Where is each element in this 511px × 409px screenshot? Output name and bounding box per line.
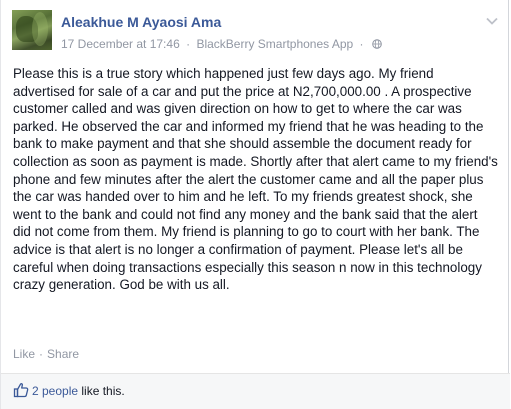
post-timestamp[interactable]: 17 December at 17:46 [61, 37, 180, 51]
post-text: Please this is a true story which happen… [13, 66, 498, 293]
globe-icon[interactable] [372, 39, 382, 49]
post-actions: Like · Share [13, 347, 79, 361]
avatar[interactable] [12, 10, 52, 50]
share-link[interactable]: Share [47, 347, 79, 361]
like-link[interactable]: Like [13, 347, 35, 361]
likes-suffix: like this. [78, 384, 125, 398]
post-meta: 17 December at 17:46 · BlackBerry Smartp… [61, 37, 382, 51]
likes-bar: 2 people like this. [1, 373, 510, 409]
author-name[interactable]: Aleakhue M Ayaosi Ama [61, 14, 221, 30]
meta-separator: · [186, 37, 191, 51]
likers-link[interactable]: 2 people [32, 384, 78, 398]
post-card: Aleakhue M Ayaosi Ama 17 December at 17:… [0, 0, 510, 409]
likes-summary: 2 people like this. [32, 384, 125, 398]
actions-separator: · [39, 347, 44, 361]
post-source[interactable]: BlackBerry Smartphones App [196, 37, 353, 51]
thumbs-up-icon [13, 383, 29, 398]
avatar-highlight [32, 12, 48, 46]
chevron-down-icon[interactable] [486, 17, 498, 25]
meta-separator-2: · [359, 37, 364, 51]
